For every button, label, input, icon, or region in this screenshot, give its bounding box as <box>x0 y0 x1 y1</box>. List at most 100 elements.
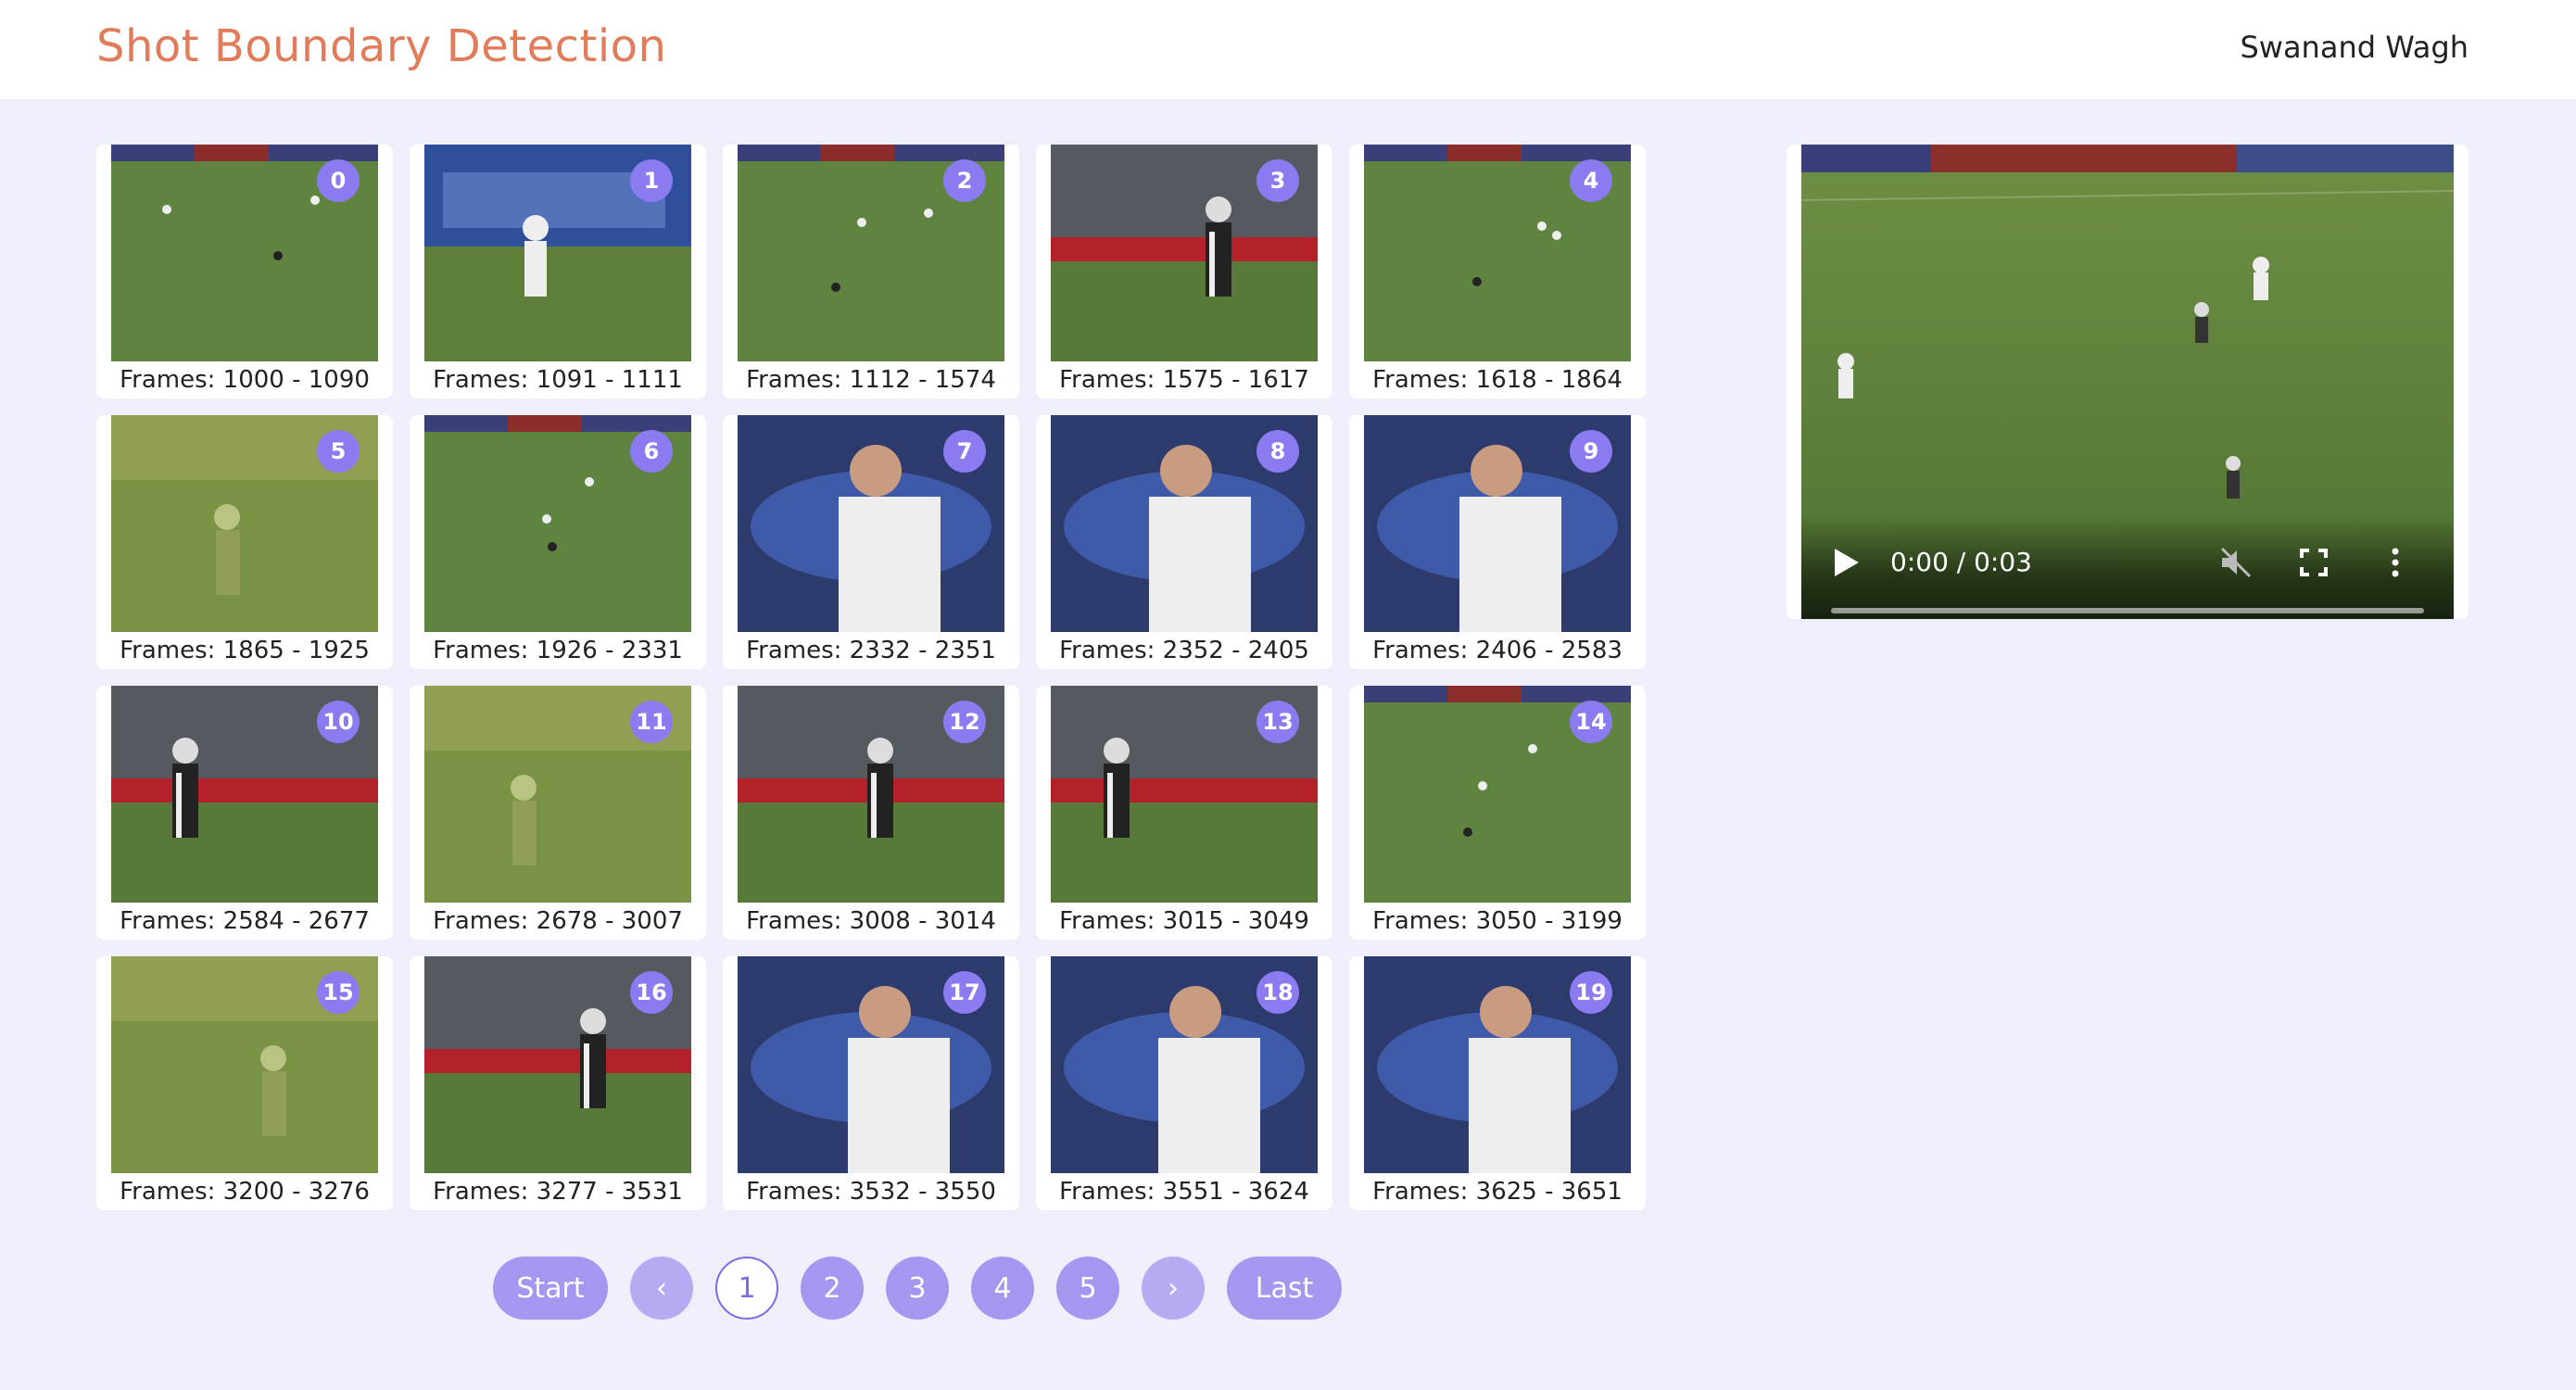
shot-index-badge: 16 <box>630 971 673 1014</box>
shot-thumbnail[interactable]: 13 <box>1051 686 1318 903</box>
shot-thumbnail[interactable]: 2 <box>738 145 1004 361</box>
shot-card[interactable]: 15 Frames: 3200 - 3276 <box>96 956 393 1210</box>
shot-index-badge: 2 <box>943 159 986 202</box>
shot-index-badge: 15 <box>317 971 360 1014</box>
more-options-icon[interactable] <box>2389 547 2402 578</box>
page-button[interactable]: 4 <box>971 1257 1034 1320</box>
frame-range-label: Frames: 1865 - 1925 <box>120 637 370 664</box>
shot-card[interactable]: 3 Frames: 1575 - 1617 <box>1036 145 1332 398</box>
shot-card[interactable]: 16 Frames: 3277 - 3531 <box>410 956 706 1210</box>
shot-index-badge: 10 <box>317 701 360 743</box>
shot-index-badge: 18 <box>1256 971 1299 1014</box>
shot-index-badge: 11 <box>630 701 673 743</box>
video-progress-bar[interactable] <box>1831 608 2424 613</box>
frame-range-label: Frames: 2352 - 2405 <box>1059 637 1309 664</box>
top-bar: Shot Boundary Detection Swanand Wagh <box>0 0 2576 99</box>
shot-card[interactable]: 17 Frames: 3532 - 3550 <box>723 956 1019 1210</box>
shot-index-badge: 19 <box>1570 971 1612 1014</box>
frame-range-label: Frames: 3625 - 3651 <box>1372 1178 1623 1206</box>
play-icon[interactable] <box>1833 549 1859 576</box>
shot-grid: 0 Frames: 1000 - 1090 1 Frames: 1091 - 1111… <box>96 145 1646 1210</box>
page-next-button[interactable]: › <box>1142 1257 1205 1320</box>
frame-range-label: Frames: 2678 - 3007 <box>433 907 683 935</box>
page-start-button[interactable]: Start <box>493 1257 608 1320</box>
frame-range-label: Frames: 3277 - 3531 <box>433 1178 683 1206</box>
shot-thumbnail[interactable]: 17 <box>738 956 1004 1173</box>
shot-index-badge: 3 <box>1256 159 1299 202</box>
shot-card[interactable]: 1 Frames: 1091 - 1111 <box>410 145 706 398</box>
shot-index-badge: 17 <box>943 971 986 1014</box>
shot-thumbnail[interactable]: 18 <box>1051 956 1318 1173</box>
video-frame[interactable]: 0:00 / 0:03 <box>1801 145 2454 619</box>
frame-range-label: Frames: 1000 - 1090 <box>120 366 370 394</box>
frame-range-label: Frames: 3008 - 3014 <box>746 907 996 935</box>
shot-card[interactable]: 19 Frames: 3625 - 3651 <box>1349 956 1646 1210</box>
shot-card[interactable]: 4 Frames: 1618 - 1864 <box>1349 145 1646 398</box>
shot-card[interactable]: 18 Frames: 3551 - 3624 <box>1036 956 1332 1210</box>
frame-range-label: Frames: 3050 - 3199 <box>1372 907 1623 935</box>
page-button[interactable]: 3 <box>886 1257 949 1320</box>
shot-thumbnail[interactable]: 0 <box>111 145 378 361</box>
shot-thumbnail[interactable]: 6 <box>424 415 691 632</box>
shot-card[interactable]: 2 Frames: 1112 - 1574 <box>723 145 1019 398</box>
frame-range-label: Frames: 1575 - 1617 <box>1059 366 1309 394</box>
shot-card[interactable]: 8 Frames: 2352 - 2405 <box>1036 415 1332 669</box>
shot-card[interactable]: 13 Frames: 3015 - 3049 <box>1036 686 1332 940</box>
shot-thumbnail[interactable]: 11 <box>424 686 691 903</box>
shot-index-badge: 13 <box>1256 701 1299 743</box>
shot-card[interactable]: 9 Frames: 2406 - 2583 <box>1349 415 1646 669</box>
shot-thumbnail[interactable]: 16 <box>424 956 691 1173</box>
app-title: Shot Boundary Detection <box>96 20 667 72</box>
frame-range-label: Frames: 1926 - 2331 <box>433 637 683 664</box>
shot-index-badge: 7 <box>943 430 986 473</box>
frame-range-label: Frames: 1618 - 1864 <box>1372 366 1623 394</box>
page-button[interactable]: 5 <box>1056 1257 1119 1320</box>
shot-index-badge: 6 <box>630 430 673 473</box>
shot-thumbnail[interactable]: 7 <box>738 415 1004 632</box>
frame-range-label: Frames: 1112 - 1574 <box>746 366 996 394</box>
shot-thumbnail[interactable]: 8 <box>1051 415 1318 632</box>
shot-thumbnail[interactable]: 10 <box>111 686 378 903</box>
shot-index-badge: 8 <box>1256 430 1299 473</box>
shot-index-badge: 14 <box>1570 701 1612 743</box>
shot-card[interactable]: 14 Frames: 3050 - 3199 <box>1349 686 1646 940</box>
frame-range-label: Frames: 1091 - 1111 <box>433 366 683 394</box>
shot-thumbnail[interactable]: 14 <box>1364 686 1631 903</box>
shot-thumbnail[interactable]: 12 <box>738 686 1004 903</box>
fullscreen-icon[interactable] <box>2300 549 2328 576</box>
shot-thumbnail[interactable]: 5 <box>111 415 378 632</box>
shot-index-badge: 0 <box>317 159 360 202</box>
shot-index-badge: 5 <box>317 430 360 473</box>
page-prev-button[interactable]: ‹ <box>630 1257 693 1320</box>
video-player: 0:00 / 0:03 <box>1787 145 2469 619</box>
pagination: Start ‹ 1 2 3 4 5 › Last <box>493 1257 1342 1320</box>
shot-card[interactable]: 6 Frames: 1926 - 2331 <box>410 415 706 669</box>
frame-range-label: Frames: 3532 - 3550 <box>746 1178 996 1206</box>
shot-card[interactable]: 11 Frames: 2678 - 3007 <box>410 686 706 940</box>
frame-range-label: Frames: 2332 - 2351 <box>746 637 996 664</box>
frame-range-label: Frames: 2584 - 2677 <box>120 907 370 935</box>
shot-index-badge: 4 <box>1570 159 1612 202</box>
frame-range-label: Frames: 3551 - 3624 <box>1059 1178 1309 1206</box>
shot-thumbnail[interactable]: 3 <box>1051 145 1318 361</box>
frame-range-label: Frames: 3200 - 3276 <box>120 1178 370 1206</box>
frame-range-label: Frames: 3015 - 3049 <box>1059 907 1309 935</box>
shot-card[interactable]: 12 Frames: 3008 - 3014 <box>723 686 1019 940</box>
shot-thumbnail[interactable]: 19 <box>1364 956 1631 1173</box>
page-button[interactable]: 1 <box>715 1257 778 1320</box>
shot-index-badge: 9 <box>1570 430 1612 473</box>
page-button[interactable]: 2 <box>801 1257 864 1320</box>
shot-thumbnail[interactable]: 4 <box>1364 145 1631 361</box>
shot-thumbnail[interactable]: 9 <box>1364 415 1631 632</box>
mute-icon[interactable] <box>2220 547 2252 578</box>
shot-thumbnail[interactable]: 15 <box>111 956 378 1173</box>
shot-card[interactable]: 5 Frames: 1865 - 1925 <box>96 415 393 669</box>
page-last-button[interactable]: Last <box>1227 1257 1342 1320</box>
user-name[interactable]: Swanand Wagh <box>2240 30 2469 65</box>
shot-index-badge: 1 <box>630 159 673 202</box>
shot-card[interactable]: 10 Frames: 2584 - 2677 <box>96 686 393 940</box>
shot-card[interactable]: 7 Frames: 2332 - 2351 <box>723 415 1019 669</box>
video-controls: 0:00 / 0:03 <box>1801 515 2454 619</box>
shot-thumbnail[interactable]: 1 <box>424 145 691 361</box>
shot-card[interactable]: 0 Frames: 1000 - 1090 <box>96 145 393 398</box>
